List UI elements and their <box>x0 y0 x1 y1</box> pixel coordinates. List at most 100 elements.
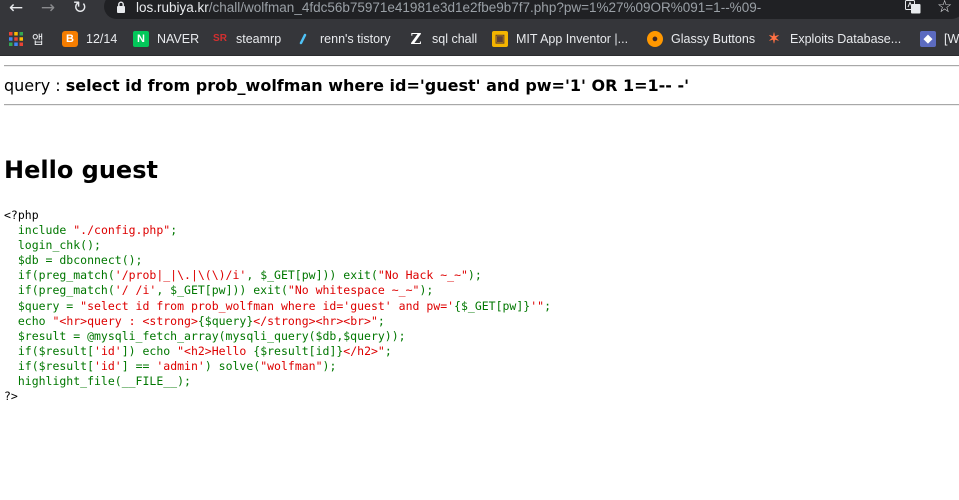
code-token: ; <box>384 343 392 358</box>
code-token: ) solve( <box>204 358 261 373</box>
page-content: query : select id from prob_wolfman wher… <box>0 56 959 500</box>
code-token: ; <box>544 298 552 313</box>
code-token: 'id' <box>94 358 122 373</box>
php-source-code: <?php include "./config.php"; login_chk(… <box>4 208 551 404</box>
code-token: ?> <box>4 389 18 404</box>
code-token: "<h2>Hello <box>177 343 254 358</box>
blogger-icon: B <box>62 30 78 47</box>
glassy-buttons-icon: ● <box>647 30 663 47</box>
bookmark-label: [W <box>944 31 959 46</box>
z-letter-icon: Z <box>410 29 422 48</box>
bookmark-label: Exploits Database... <box>790 31 902 46</box>
tistory-icon <box>296 31 312 47</box>
query-value: select id from prob_wolfman where id='gu… <box>65 76 690 95</box>
code-token: if($result[ <box>4 343 95 358</box>
bookmark-mit-app-inventor[interactable]: ▣ MIT App Inventor |... <box>492 22 628 55</box>
code-line: if(preg_match('/ /i', $_GET[pw])) exit("… <box>4 283 551 298</box>
reload-button[interactable]: ↻ <box>70 0 90 18</box>
code-token: if(preg_match( <box>4 283 115 298</box>
apps-grid-icon <box>9 31 23 46</box>
code-token: {$_GET[pw]} <box>454 298 531 313</box>
query-label: query : <box>4 76 66 95</box>
code-line: $db = dbconnect(); <box>4 253 551 268</box>
code-token: ] == <box>121 358 157 373</box>
code-token: "wolfman" <box>260 358 323 373</box>
steamrp-icon: SR <box>213 33 227 44</box>
code-line: echo "<hr>query : <strong>{$query}</stro… <box>4 314 551 329</box>
bookmark-w[interactable]: ◆ [W <box>920 22 959 55</box>
code-line: <?php <box>4 208 551 223</box>
reload-icon: ↻ <box>72 0 88 18</box>
code-token: ); <box>419 283 434 298</box>
bookmarks-bar: 앱 B 12/14 N NAVER SR steamrp renn's tist… <box>0 22 959 56</box>
translate-icon[interactable] <box>905 0 921 14</box>
app-inventor-icon: ▣ <box>492 30 508 47</box>
code-token: highlight_file(__FILE__); <box>4 374 191 389</box>
bookmark-star-icon[interactable]: ☆ <box>937 0 952 16</box>
url-path: /chall/wolfman_4fdc56b75971e41981e3d1e2f… <box>208 0 762 15</box>
horizontal-rule <box>4 104 959 106</box>
bookmark-label: renn's tistory <box>320 31 391 46</box>
code-token: if($result[ <box>4 358 95 373</box>
code-line: if($result['id'] == 'admin') solve("wolf… <box>4 359 551 374</box>
query-line: query : select id from prob_wolfman wher… <box>4 76 689 95</box>
code-token: "select id from prob_wolfman where id='g… <box>80 298 455 313</box>
url-host: los.rubiya.kr <box>136 0 209 15</box>
hello-heading: Hello guest <box>4 156 158 184</box>
bookmark-steamrp[interactable]: SR steamrp <box>212 22 281 55</box>
code-token: '" <box>530 298 545 313</box>
code-line: ?> <box>4 389 551 404</box>
code-token: ); <box>322 358 337 373</box>
code-line: highlight_file(__FILE__); <box>4 374 551 389</box>
code-token: $query = <box>4 298 81 313</box>
code-token: ); <box>467 268 482 283</box>
code-token: "No Hack ~_~" <box>377 268 468 283</box>
exploit-db-icon: ✶ <box>768 30 780 46</box>
back-arrow-icon: ← <box>8 0 24 18</box>
bookmark-blogger[interactable]: B 12/14 <box>62 22 117 55</box>
bookmark-label: MIT App Inventor |... <box>516 31 629 46</box>
browser-toolbar: ← → ↻ los.rubiya.kr/chall/wolfman_4fdc56… <box>0 0 959 22</box>
bookmark-favicon-icon: ◆ <box>920 30 936 47</box>
code-line: if(preg_match('/prob|_|\.|\(\)/i', $_GET… <box>4 268 551 283</box>
code-token: , $_GET[pw])) exit( <box>246 268 378 283</box>
code-token: '/ /i' <box>114 283 157 298</box>
forward-arrow-icon: → <box>40 0 56 18</box>
code-token: login_chk(); <box>4 238 101 253</box>
code-token: if(preg_match( <box>4 268 115 283</box>
forward-button[interactable]: → <box>38 0 58 18</box>
code-token: {$result[id]} <box>253 343 344 358</box>
code-line: include "./config.php"; <box>4 223 551 238</box>
code-line: $result = @mysqli_fetch_array(mysqli_que… <box>4 329 551 344</box>
code-token: include <box>4 223 74 238</box>
bookmark-renn-tistory[interactable]: renn's tistory <box>296 22 390 55</box>
code-line: login_chk(); <box>4 238 551 253</box>
bookmark-label: sql chall <box>432 31 478 46</box>
code-token: <?php <box>4 208 39 222</box>
lock-icon[interactable] <box>116 1 126 13</box>
code-token: {$query} <box>197 313 254 328</box>
code-line: $query = "select id from prob_wolfman wh… <box>4 299 551 314</box>
horizontal-rule <box>4 65 959 67</box>
bookmark-apps[interactable]: 앱 <box>8 22 44 55</box>
bookmark-naver[interactable]: N NAVER <box>133 22 199 55</box>
bookmark-label: Glassy Buttons <box>671 31 756 46</box>
code-token: 'id' <box>94 343 122 358</box>
back-button[interactable]: ← <box>6 0 26 18</box>
code-token: "No whitespace ~_~" <box>287 283 420 298</box>
bookmark-sql-chall[interactable]: Z sql chall <box>408 22 478 55</box>
naver-icon: N <box>133 30 149 47</box>
code-token: </h2>" <box>343 343 385 358</box>
code-token: echo <box>4 313 53 328</box>
bookmark-label: 12/14 <box>86 31 118 46</box>
code-token: ; <box>377 313 385 328</box>
bookmark-label: 앱 <box>32 33 44 47</box>
code-token: $db = dbconnect(); <box>4 253 143 268</box>
code-token: ; <box>170 223 178 238</box>
bookmark-label: steamrp <box>236 31 282 46</box>
bookmark-glassy-buttons[interactable]: ● Glassy Buttons <box>647 22 755 55</box>
code-token: 'admin' <box>156 358 205 373</box>
address-url[interactable]: los.rubiya.kr/chall/wolfman_4fdc56b75971… <box>136 0 761 16</box>
bookmark-exploits-database[interactable]: ✶ Exploits Database... <box>766 22 901 55</box>
code-token: '/prob|_|\.|\(\)/i' <box>114 268 247 283</box>
